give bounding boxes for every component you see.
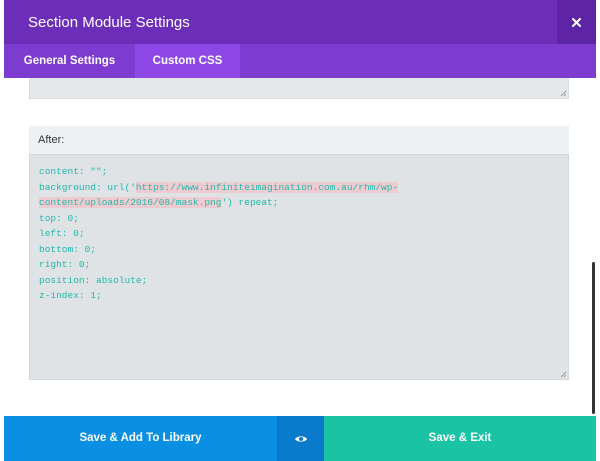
- after-css-textarea[interactable]: content: ""; background: url('https://ww…: [29, 154, 569, 380]
- css-code: content: ""; background: url('https://ww…: [39, 164, 399, 304]
- code-line: ') repeat;: [221, 197, 279, 208]
- code-line: z-index: 1;: [39, 290, 102, 301]
- code-line: content: "";: [39, 166, 108, 177]
- resize-grip-icon[interactable]: [560, 371, 567, 378]
- preview-button[interactable]: [277, 416, 324, 461]
- content-scrollbar[interactable]: [590, 78, 596, 416]
- code-line: top: 0;: [39, 212, 79, 224]
- resize-grip-icon[interactable]: [560, 90, 567, 97]
- code-url-highlight: https://www.infiniteimagination.com.au/r…: [135, 181, 399, 193]
- save-add-to-library-button[interactable]: Save & Add To Library: [4, 416, 277, 461]
- code-url-highlight: content/uploads/2016/08/mask.png: [39, 197, 222, 208]
- scrollbar-thumb[interactable]: [592, 262, 595, 414]
- close-icon: [572, 17, 581, 27]
- eye-icon: [294, 435, 307, 442]
- tab-bar: General Settings Custom CSS: [4, 44, 596, 78]
- code-line: bottom: 0;: [39, 243, 97, 255]
- code-line: background: url(': [39, 181, 136, 193]
- code-line: position: absolute;: [39, 274, 148, 286]
- code-line: left: 0;: [39, 228, 85, 239]
- settings-content: After: content: ""; background: url('htt…: [4, 78, 596, 416]
- close-button[interactable]: [557, 0, 596, 44]
- previous-css-textarea[interactable]: [29, 78, 569, 99]
- code-line: right: 0;: [39, 259, 91, 270]
- settings-modal: Section Module Settings General Settings…: [4, 0, 596, 461]
- save-exit-button[interactable]: Save & Exit: [324, 416, 596, 461]
- modal-header: Section Module Settings: [4, 0, 596, 44]
- tab-custom-css[interactable]: Custom CSS: [135, 44, 240, 78]
- modal-title: Section Module Settings: [28, 14, 190, 31]
- modal-footer: Save & Add To Library Save & Exit: [4, 416, 596, 461]
- after-field-label: After:: [29, 126, 569, 154]
- tab-general-settings[interactable]: General Settings: [4, 44, 135, 78]
